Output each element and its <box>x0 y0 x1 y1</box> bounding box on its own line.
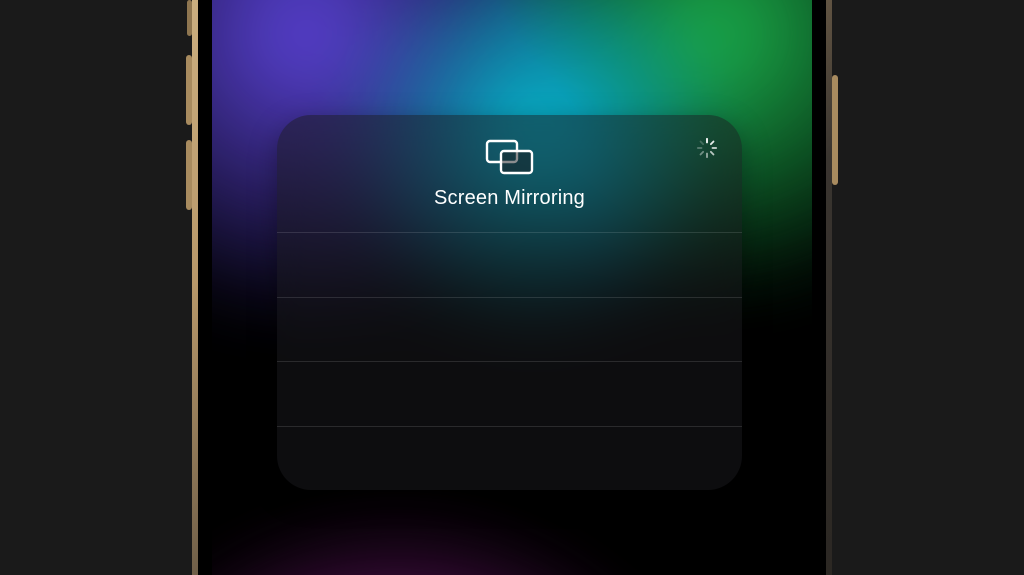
device-row[interactable] <box>277 297 742 362</box>
power-button[interactable] <box>832 75 838 185</box>
loading-spinner-icon <box>696 137 718 159</box>
volume-down-button[interactable] <box>186 140 192 210</box>
screen-mirroring-icon <box>485 139 535 175</box>
mute-switch[interactable] <box>187 0 192 36</box>
card-header: Screen Mirroring <box>277 115 742 232</box>
phone-bezel: Screen Mirroring <box>198 0 826 575</box>
screen-mirroring-card[interactable]: Screen Mirroring <box>277 115 742 490</box>
phone-frame: Screen Mirroring <box>192 0 832 575</box>
volume-up-button[interactable] <box>186 55 192 125</box>
device-row[interactable] <box>277 426 742 491</box>
device-row[interactable] <box>277 361 742 426</box>
device-list <box>277 232 742 490</box>
device-row[interactable] <box>277 232 742 297</box>
card-title: Screen Mirroring <box>434 187 585 210</box>
phone-screen: Screen Mirroring <box>212 0 812 575</box>
